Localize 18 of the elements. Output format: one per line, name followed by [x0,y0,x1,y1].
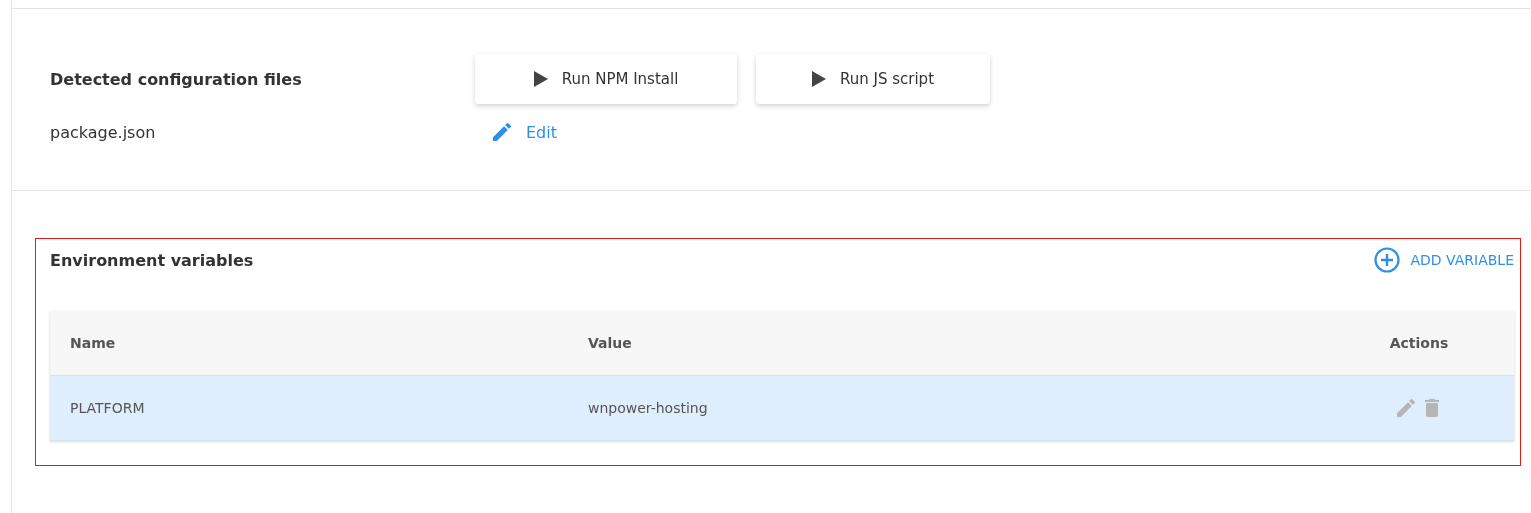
table-row[interactable]: PLATFORM wnpower-hosting [50,376,1514,441]
add-variable-link[interactable]: ADD VARIABLE [1374,247,1514,273]
plus-circle-icon [1374,247,1401,273]
run-button[interactable]: Run JS script [756,54,990,104]
file-name: package.json [50,122,157,142]
column-header: Actions [1388,335,1450,351]
run-button[interactable]: Run NPM Install [475,54,737,104]
section-title: Detected configuration files [50,69,303,89]
play-icon [811,71,826,87]
pencil-icon[interactable] [490,120,514,144]
table-cell-text: wnpower-hosting [588,400,709,416]
column-header: Value [588,335,633,351]
section-title: Environment variables [50,250,254,270]
table-cell-text: PLATFORM [70,400,146,416]
column-header: Name [70,335,117,351]
play-icon [533,71,548,87]
pencil-icon[interactable] [1394,396,1418,420]
edit-link[interactable]: Edit [490,120,1531,144]
